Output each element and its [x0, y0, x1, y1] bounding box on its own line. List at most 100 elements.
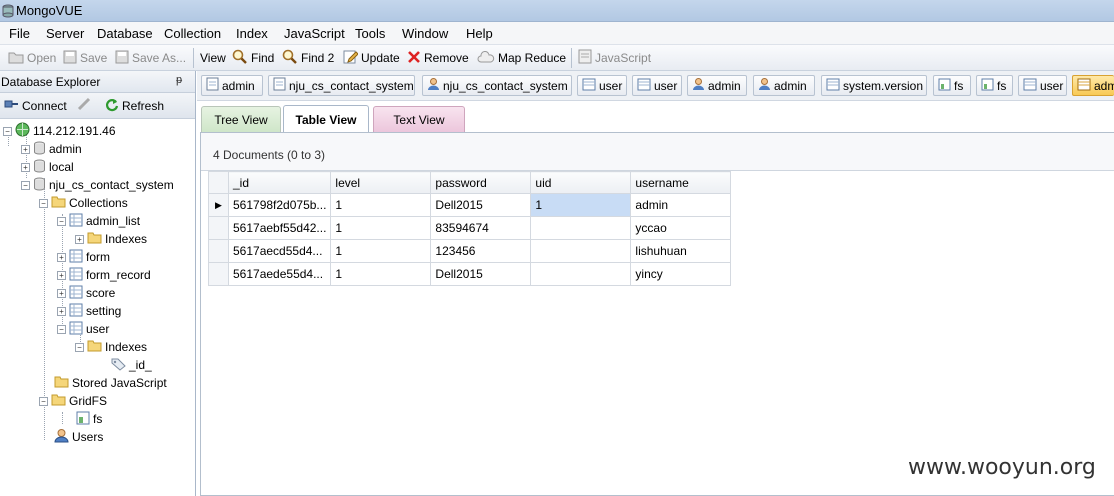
update-button[interactable]: Update [343, 49, 400, 67]
table-row[interactable]: 5617aede55d4... 1 Dell2015 yincy [208, 262, 732, 286]
expand-icon[interactable]: + [21, 162, 30, 172]
tree-index-id[interactable]: _id_ [110, 356, 152, 374]
doc-tab[interactable]: admin [753, 75, 815, 96]
menu-help[interactable]: Help [466, 26, 493, 41]
table-cell[interactable]: 123456 [430, 239, 532, 263]
expand-icon[interactable]: + [57, 288, 66, 298]
doc-tab[interactable]: user [577, 75, 627, 96]
table-cell[interactable]: Dell2015 [430, 193, 532, 217]
tree-gridfs[interactable]: − GridFS [39, 392, 107, 410]
table-cell[interactable]: 5617aecd55d4... [227, 239, 332, 263]
table-cell[interactable]: 5617aebf55d42... [227, 216, 332, 240]
tree-indexes-admin-list[interactable]: + Indexes [75, 230, 147, 248]
table-cell[interactable]: yccao [630, 216, 732, 240]
doc-tab[interactable]: fs [933, 75, 971, 96]
expand-icon[interactable]: + [21, 144, 30, 154]
folder-icon [51, 393, 66, 409]
table-cell[interactable]: 561798f2d075b... [227, 193, 332, 217]
map-reduce-button[interactable]: Map Reduce [477, 49, 566, 67]
collapse-icon[interactable]: − [57, 324, 66, 334]
connect-button[interactable]: Connect [3, 97, 67, 114]
collapse-icon[interactable]: − [21, 180, 30, 190]
table-cell[interactable]: 1 [330, 239, 432, 263]
doc-tab-active[interactable]: adm [1072, 75, 1114, 96]
table-cell[interactable]: admin [630, 193, 732, 217]
doc-tab[interactable]: user [1018, 75, 1067, 96]
tree-collection-form-record[interactable]: + form_record [57, 266, 151, 284]
table-cell[interactable]: 1 [330, 193, 432, 217]
table-cell-selected[interactable]: 1 [530, 193, 632, 217]
find2-button[interactable]: Find 2 [282, 49, 334, 67]
table-cell[interactable]: 5617aede55d4... [227, 262, 332, 286]
tree-collection-score[interactable]: + score [57, 284, 115, 302]
table-cell[interactable]: Dell2015 [430, 262, 532, 286]
menu-database[interactable]: Database [97, 26, 153, 41]
collapse-icon[interactable]: − [39, 396, 48, 406]
doc-tab[interactable]: fs [976, 75, 1013, 96]
menu-file[interactable]: File [9, 26, 30, 41]
table-cell[interactable]: lishuhuan [630, 239, 732, 263]
doc-tab[interactable]: admin [687, 75, 747, 96]
open-button[interactable]: Open [8, 49, 56, 67]
disconnect-button[interactable] [76, 97, 92, 114]
doc-tab[interactable]: nju_cs_contact_system [268, 75, 415, 96]
save-as-button[interactable]: Save As... [115, 49, 186, 67]
doc-tab[interactable]: user [632, 75, 682, 96]
view-button[interactable]: View [200, 49, 226, 67]
table-cell[interactable] [530, 239, 632, 263]
tree-collection-user[interactable]: − user [57, 320, 109, 338]
tree-collections[interactable]: − Collections [39, 194, 128, 212]
menu-tools[interactable]: Tools [355, 26, 385, 41]
column-header[interactable]: _id [227, 171, 332, 194]
column-header[interactable]: uid [530, 171, 632, 194]
collapse-icon[interactable]: − [3, 126, 12, 136]
menu-collection[interactable]: Collection [164, 26, 221, 41]
menu-server[interactable]: Server [46, 26, 84, 41]
column-header[interactable]: username [630, 171, 732, 194]
column-header[interactable]: password [430, 171, 532, 194]
column-header[interactable]: level [330, 171, 432, 194]
menu-index[interactable]: Index [236, 26, 268, 41]
tree-server[interactable]: − 114.212.191.46 [3, 122, 116, 140]
refresh-button[interactable]: Refresh [104, 97, 164, 115]
tree-collection-setting[interactable]: + setting [57, 302, 121, 320]
tree-collection-form[interactable]: + form [57, 248, 110, 266]
tree-db-admin[interactable]: + admin [21, 140, 82, 158]
tree-users[interactable]: Users [54, 428, 103, 446]
tree-gridfs-fs[interactable]: fs [76, 410, 102, 428]
collapse-icon[interactable]: − [39, 198, 48, 208]
expand-icon[interactable]: + [75, 234, 84, 244]
tree-indexes-user[interactable]: − Indexes [75, 338, 147, 356]
pin-icon[interactable]: ᵽ [176, 74, 182, 86]
tree-stored-js[interactable]: Stored JavaScript [54, 374, 167, 392]
doc-tab[interactable]: nju_cs_contact_system [422, 75, 572, 96]
table-row[interactable]: ▶ 561798f2d075b... 1 Dell2015 1 admin [208, 193, 732, 217]
doc-tab[interactable]: system.version [821, 75, 927, 96]
menu-javascript[interactable]: JavaScript [284, 26, 345, 41]
expand-icon[interactable]: + [57, 270, 66, 280]
table-cell[interactable]: yincy [630, 262, 732, 286]
tree-db-nju[interactable]: − nju_cs_contact_system [21, 176, 174, 194]
table-cell[interactable] [530, 262, 632, 286]
table-cell[interactable]: 1 [330, 262, 432, 286]
tree-db-local[interactable]: + local [21, 158, 74, 176]
doc-tab[interactable]: admin [201, 75, 263, 96]
menu-window[interactable]: Window [402, 26, 448, 41]
tab-tree-view[interactable]: Tree View [201, 106, 281, 132]
table-row[interactable]: 5617aecd55d4... 1 123456 lishuhuan [208, 239, 732, 263]
javascript-button[interactable]: JavaScript [578, 49, 651, 67]
tree-collection-admin-list[interactable]: − admin_list [57, 212, 140, 230]
expand-icon[interactable]: + [57, 306, 66, 316]
table-cell[interactable]: 1 [330, 216, 432, 240]
remove-button[interactable]: Remove [407, 49, 469, 67]
collapse-icon[interactable]: − [57, 216, 66, 226]
save-button[interactable]: Save [63, 49, 107, 67]
table-cell[interactable]: 83594674 [430, 216, 532, 240]
tab-table-view[interactable]: Table View [283, 105, 369, 133]
tab-text-view[interactable]: Text View [373, 106, 465, 132]
table-cell[interactable] [530, 216, 632, 240]
table-row[interactable]: 5617aebf55d42... 1 83594674 yccao [208, 216, 732, 240]
expand-icon[interactable]: + [57, 252, 66, 262]
find-button[interactable]: Find [232, 49, 274, 67]
collapse-icon[interactable]: − [75, 342, 84, 352]
